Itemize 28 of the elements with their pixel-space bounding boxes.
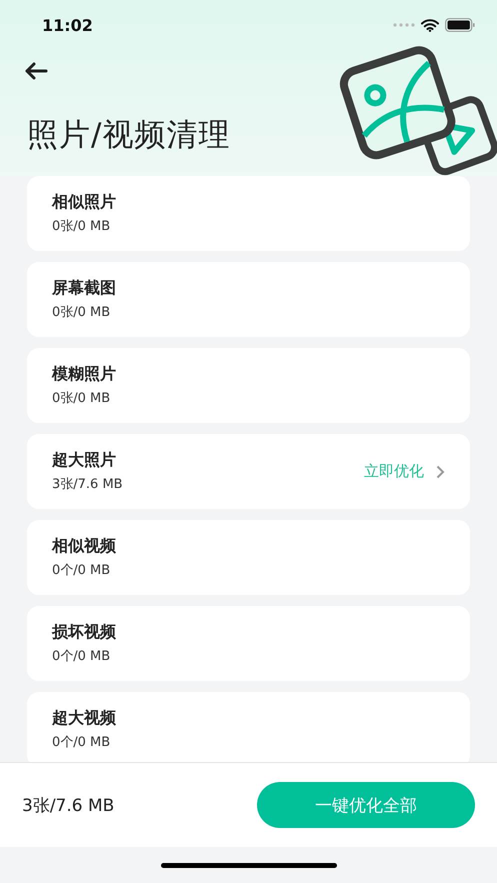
wifi-icon: [421, 18, 439, 32]
signal-icon: [393, 23, 415, 27]
page-title: 照片/视频清理: [27, 116, 230, 155]
chevron-icon: [436, 464, 445, 478]
category-size: 0张/0 MB: [52, 390, 112, 407]
category-name: 相似照片: [52, 192, 117, 213]
category-card[interactable]: 相似视频 0个/0 MB: [27, 520, 470, 595]
category-name: 超大照片: [52, 450, 117, 471]
status-time: 11:02: [42, 16, 93, 34]
category-size: 0张/0 MB: [52, 304, 112, 321]
category-name: 模糊照片: [52, 364, 117, 385]
category-size: 0个/0 MB: [52, 734, 112, 751]
category-name: 超大视频: [52, 708, 117, 729]
category-card[interactable]: 屏幕截图 0张/0 MB: [27, 262, 470, 337]
total-size: 3张/7.6 MB: [22, 794, 114, 816]
battery-icon: [445, 18, 475, 32]
category-name: 损坏视频: [52, 622, 117, 643]
category-name: 屏幕截图: [52, 278, 117, 299]
category-size: 0个/0 MB: [52, 562, 112, 579]
category-card[interactable]: 超大照片 3张/7.6 MB 立即优化: [27, 434, 470, 509]
category-size: 0张/0 MB: [52, 218, 112, 235]
category-card[interactable]: 超大视频 0个/0 MB: [27, 692, 470, 762]
category-size: 3张/7.6 MB: [52, 476, 124, 493]
category-card[interactable]: 模糊照片 0张/0 MB: [27, 348, 470, 423]
category-card[interactable]: 相似照片 0张/0 MB: [27, 176, 470, 251]
category-card[interactable]: 损坏视频 0个/0 MB: [27, 606, 470, 681]
category-name: 相似视频: [52, 536, 117, 557]
category-size: 0个/0 MB: [52, 648, 112, 665]
